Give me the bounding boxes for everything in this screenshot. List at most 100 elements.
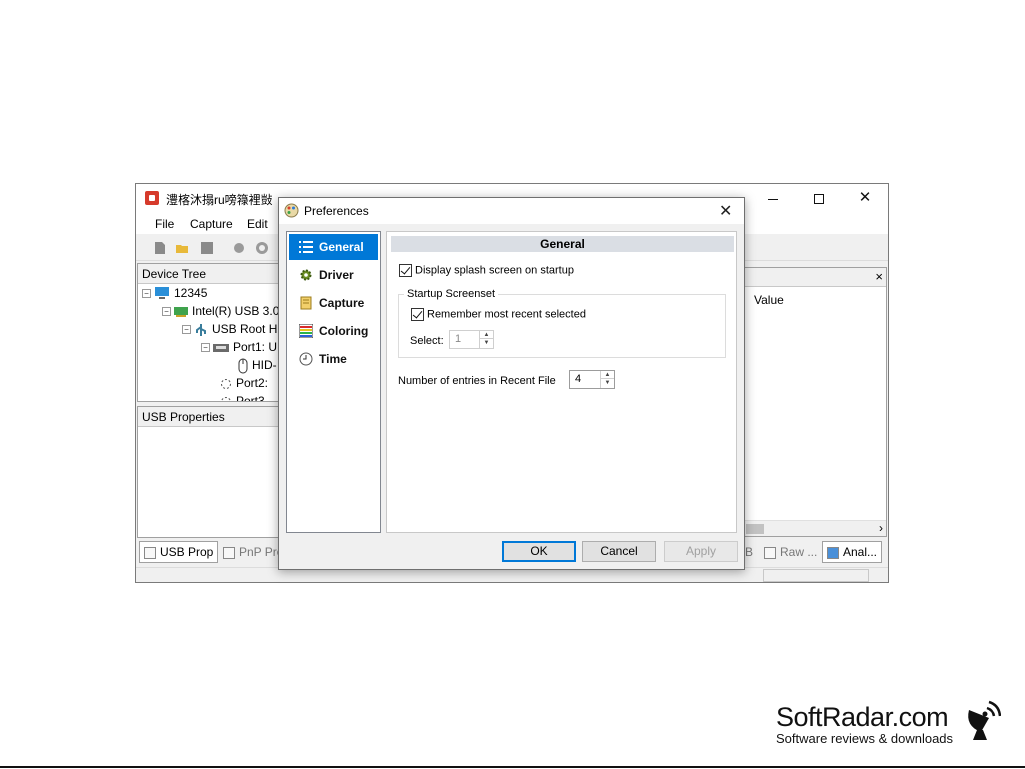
nav-item-driver[interactable]: Driver bbox=[289, 262, 378, 288]
clock-icon bbox=[299, 352, 313, 366]
tree-item-root[interactable]: − 12345 bbox=[142, 284, 207, 302]
stepper-down-icon[interactable]: ▼ bbox=[601, 379, 614, 387]
nav-item-time[interactable]: Time bbox=[289, 346, 378, 372]
nav-label: Time bbox=[319, 352, 347, 366]
menu-capture[interactable]: Capture bbox=[190, 217, 233, 231]
tab-raw[interactable]: Raw ... bbox=[759, 541, 822, 563]
device-tree-panel: Device Tree −12345 − Intel(R) USB 3.0 − US… bbox=[137, 263, 283, 402]
minimize-button[interactable] bbox=[750, 184, 796, 212]
tree-item-label: Port2: bbox=[236, 376, 269, 390]
watermark-tagline: Software reviews & downloads bbox=[776, 731, 954, 746]
nav-item-coloring[interactable]: Coloring bbox=[289, 318, 378, 344]
status-cell bbox=[763, 569, 869, 582]
tab-label: Anal... bbox=[843, 545, 878, 559]
collapse-icon[interactable]: − bbox=[201, 343, 210, 353]
tree-item-port3[interactable]: Port3 bbox=[220, 392, 265, 401]
preferences-dialog: Preferences ✕ General Driver Capture Col… bbox=[278, 197, 745, 570]
apply-button[interactable]: Apply bbox=[664, 541, 738, 562]
value-column-header[interactable]: Value bbox=[754, 293, 784, 307]
pci-card-icon bbox=[174, 307, 188, 318]
tree-item-port2[interactable]: Port2: bbox=[220, 374, 268, 392]
select-stepper[interactable]: 1 ▲ ▼ bbox=[449, 330, 494, 349]
collapse-icon[interactable]: − bbox=[142, 289, 151, 299]
usb-properties-header: USB Properties bbox=[138, 407, 282, 427]
remember-recent-option[interactable]: Remember most recent selected bbox=[411, 308, 586, 321]
stepper-up-icon[interactable]: ▲ bbox=[480, 331, 493, 339]
gear-icon bbox=[300, 269, 312, 281]
horizontal-scrollbar[interactable]: › bbox=[744, 520, 886, 536]
tab-label: Raw ... bbox=[780, 545, 818, 559]
close-window-button[interactable]: ✕ bbox=[842, 184, 888, 212]
remember-recent-label: Remember most recent selected bbox=[427, 308, 586, 321]
nav-item-general[interactable]: General bbox=[289, 234, 378, 260]
scroll-right-icon[interactable]: › bbox=[879, 521, 883, 535]
collapse-icon[interactable]: − bbox=[162, 307, 171, 317]
empty-port-icon bbox=[221, 396, 231, 401]
usb-hub-icon bbox=[196, 323, 206, 336]
tree-item-hid[interactable]: HID- bbox=[238, 356, 277, 374]
record-icon[interactable] bbox=[255, 241, 269, 255]
empty-port-icon bbox=[221, 378, 231, 389]
ok-button[interactable]: OK bbox=[502, 541, 576, 562]
tree-item-controller[interactable]: − Intel(R) USB 3.0 bbox=[162, 302, 279, 320]
splash-screen-option[interactable]: Display splash screen on startup bbox=[399, 264, 574, 277]
tab-label: USB Prop bbox=[160, 545, 214, 559]
main-window-title: 澧楁沐搨ru嗙簶裡敱 bbox=[166, 193, 273, 207]
pnp-prop-icon bbox=[223, 546, 235, 559]
tree-item-root-hub[interactable]: − USB Root H bbox=[182, 320, 277, 338]
list-icon bbox=[299, 241, 313, 253]
dialog-close-button[interactable]: ✕ bbox=[719, 201, 732, 221]
tree-item-label: Port1: U bbox=[233, 340, 278, 354]
collapse-icon[interactable]: − bbox=[182, 325, 191, 335]
splash-screen-label: Display splash screen on startup bbox=[415, 264, 574, 277]
softradar-watermark: SoftRadar.com Software reviews & downloa… bbox=[776, 702, 953, 746]
recent-entries-stepper[interactable]: 4 ▲ ▼ bbox=[569, 370, 615, 389]
scrollbar-thumb[interactable] bbox=[746, 524, 764, 534]
menu-file[interactable]: File bbox=[155, 217, 174, 231]
usb-properties-panel: USB Properties bbox=[137, 406, 283, 538]
new-file-icon[interactable] bbox=[153, 241, 167, 255]
tree-item-label: 12345 bbox=[174, 286, 208, 300]
select-stepper-buttons[interactable]: ▲ ▼ bbox=[479, 331, 493, 348]
panel-close-icon[interactable]: × bbox=[875, 269, 883, 284]
watermark-name: SoftRadar.com bbox=[776, 702, 949, 732]
nav-label: Driver bbox=[319, 268, 354, 282]
nav-item-capture[interactable]: Capture bbox=[289, 290, 378, 316]
tab-usb-properties[interactable]: USB Prop bbox=[139, 541, 219, 563]
dialog-title-bar[interactable]: Preferences ✕ bbox=[279, 198, 744, 224]
properties-grid-panel: × Value › bbox=[743, 267, 887, 537]
nav-label: General bbox=[319, 240, 364, 254]
save-icon[interactable] bbox=[200, 241, 214, 255]
capture-icon bbox=[300, 296, 312, 310]
maximize-button[interactable] bbox=[796, 184, 842, 212]
open-folder-icon[interactable] bbox=[175, 241, 189, 255]
menu-edit[interactable]: Edit bbox=[247, 217, 268, 231]
usb-prop-icon bbox=[144, 546, 156, 559]
select-value: 1 bbox=[455, 333, 462, 345]
tab-analyzer[interactable]: Anal... bbox=[822, 541, 883, 563]
bottom-border-line bbox=[0, 766, 1025, 768]
coloring-icon bbox=[299, 324, 313, 338]
dialog-title: Preferences bbox=[304, 204, 369, 218]
tree-item-port1[interactable]: − Port1: U bbox=[201, 338, 277, 356]
cancel-button[interactable]: Cancel bbox=[582, 541, 656, 562]
radar-dish-icon bbox=[968, 700, 1001, 740]
stepper-up-icon[interactable]: ▲ bbox=[601, 371, 614, 379]
analyzer-icon bbox=[827, 546, 839, 559]
preferences-nav-list: General Driver Capture Coloring Time bbox=[286, 231, 381, 533]
settings-tool-icon[interactable] bbox=[232, 241, 246, 255]
general-settings-pane: General Display splash screen on startup… bbox=[386, 231, 737, 533]
computer-icon bbox=[155, 287, 169, 300]
tree-item-label: Intel(R) USB 3.0 bbox=[192, 304, 280, 318]
tree-item-label: USB Root H bbox=[212, 322, 278, 336]
splash-screen-checkbox[interactable] bbox=[399, 264, 412, 277]
startup-screenset-legend: Startup Screenset bbox=[404, 288, 499, 300]
stepper-down-icon[interactable]: ▼ bbox=[480, 339, 493, 347]
recent-entries-value: 4 bbox=[575, 373, 582, 385]
recent-stepper-buttons[interactable]: ▲ ▼ bbox=[600, 371, 614, 388]
remember-recent-checkbox[interactable] bbox=[411, 308, 424, 321]
startup-screenset-group bbox=[398, 294, 726, 358]
usb-port-icon bbox=[213, 344, 229, 353]
device-tree-header: Device Tree bbox=[138, 264, 282, 284]
preferences-icon bbox=[284, 203, 299, 218]
